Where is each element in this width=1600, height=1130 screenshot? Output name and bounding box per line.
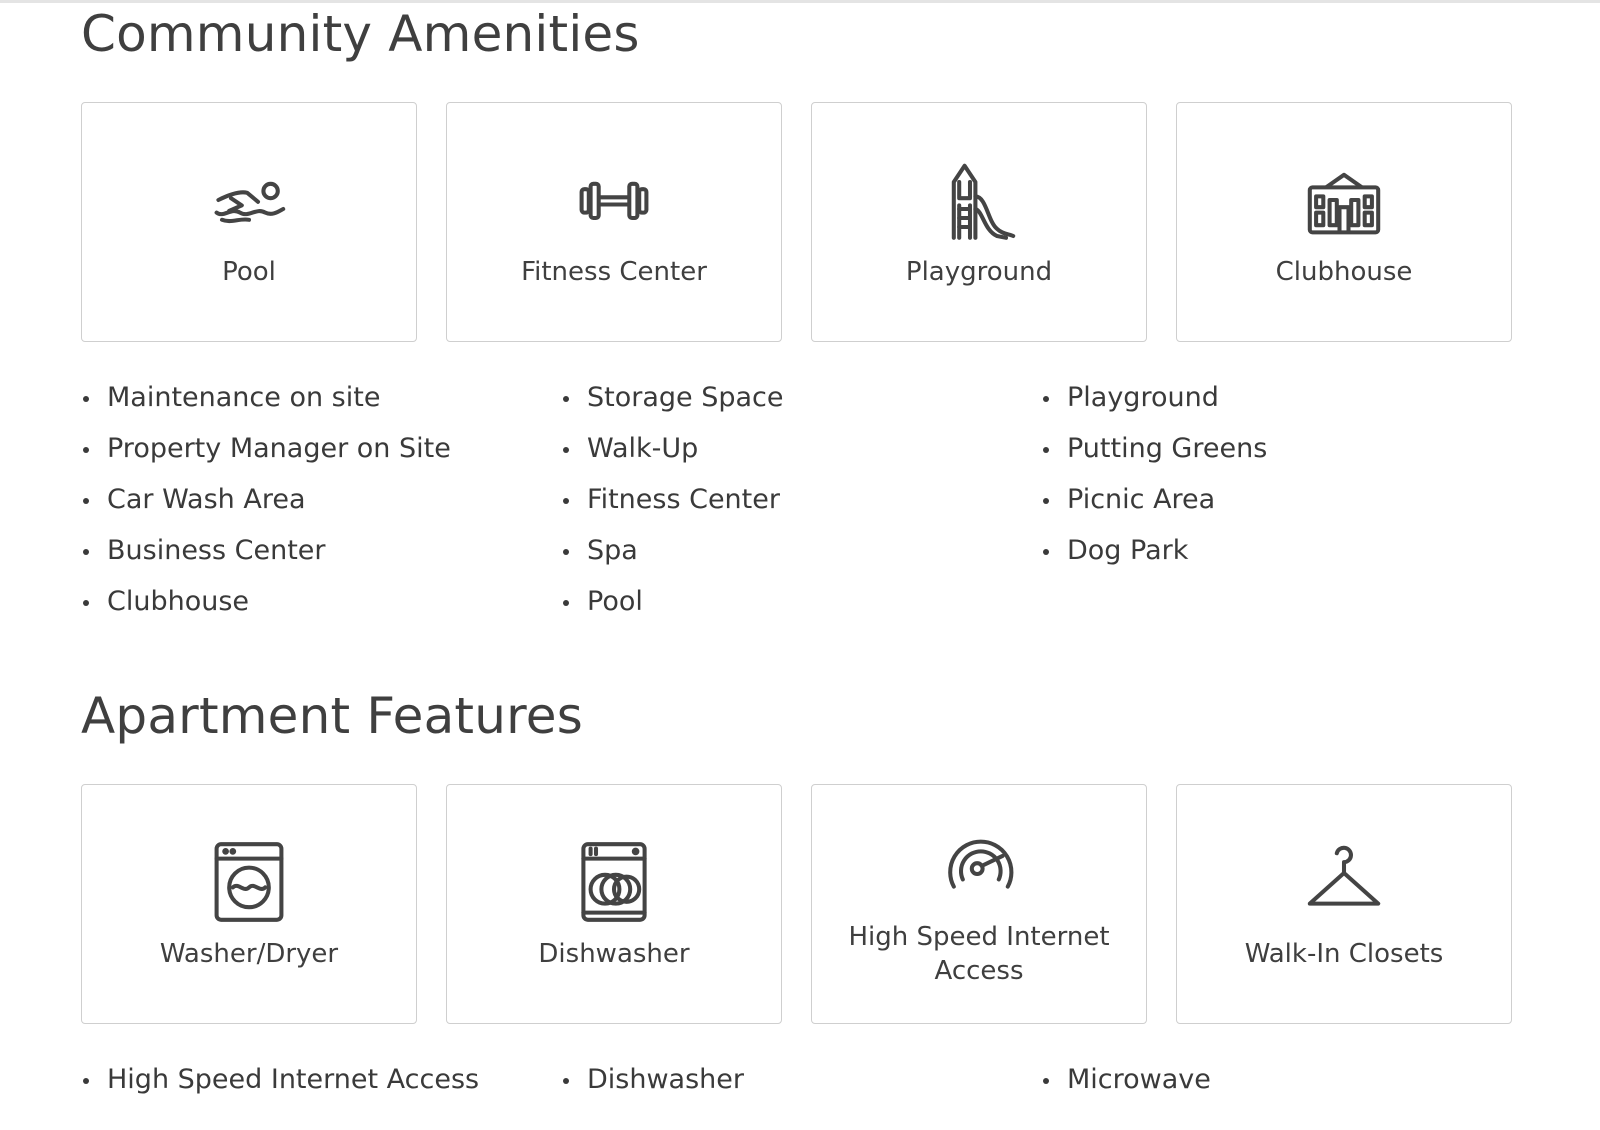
top-divider (0, 0, 1600, 3)
slide-icon (934, 155, 1024, 245)
list-item: Dog Park (1041, 525, 1521, 576)
swimmer-icon (204, 155, 294, 245)
list-item: Storage Space (561, 372, 1041, 423)
feature-card-high-speed-internet[interactable]: High Speed Internet Access (811, 784, 1147, 1024)
list-item: Spa (561, 525, 1041, 576)
list-item: Property Manager on Site (81, 423, 561, 474)
amenity-card-label: Clubhouse (1275, 257, 1413, 287)
amenity-card-label: Pool (222, 257, 276, 287)
amenity-card-label: Playground (905, 257, 1053, 287)
list-item: Picnic Area (1041, 474, 1521, 525)
list-item: Fitness Center (561, 474, 1041, 525)
community-amenities-title: Community Amenities (81, 5, 640, 63)
list-item: Pool (561, 576, 1041, 627)
speedometer-icon (934, 820, 1024, 910)
feature-card-label: Dishwasher (538, 939, 690, 969)
apartment-features-title: Apartment Features (81, 687, 583, 745)
amenity-list-column: Storage Space Walk-Up Fitness Center Spa… (561, 372, 1041, 627)
community-amenity-lists: Maintenance on site Property Manager on … (81, 372, 1521, 627)
dumbbell-icon (569, 155, 659, 245)
amenity-card-clubhouse[interactable]: Clubhouse (1176, 102, 1512, 342)
amenity-card-label: Fitness Center (521, 257, 707, 287)
list-item: Playground (1041, 372, 1521, 423)
list-item: Putting Greens (1041, 423, 1521, 474)
list-item: Car Wash Area (81, 474, 561, 525)
washer-icon (204, 837, 294, 927)
community-amenity-cards: Pool Fitness Center Playground Clubhouse (81, 102, 1521, 342)
list-item: High Speed Internet Access (81, 1054, 561, 1105)
feature-card-walk-in-closets[interactable]: Walk-In Closets (1176, 784, 1512, 1024)
clubhouse-icon (1299, 155, 1389, 245)
amenity-list-column: Playground Putting Greens Picnic Area Do… (1041, 372, 1521, 627)
apartment-feature-cards: Washer/Dryer Dishwasher High Speed Inter… (81, 784, 1521, 1024)
feature-card-label: Washer/Dryer (159, 939, 339, 969)
list-item: Maintenance on site (81, 372, 561, 423)
feature-card-washer-dryer[interactable]: Washer/Dryer (81, 784, 417, 1024)
page: Community Amenities Pool Fitness Center … (0, 0, 1600, 1130)
apartment-feature-lists: High Speed Internet Access Dishwasher Mi… (81, 1054, 1521, 1105)
amenity-list-column: Maintenance on site Property Manager on … (81, 372, 561, 627)
amenity-card-fitness-center[interactable]: Fitness Center (446, 102, 782, 342)
list-item: Dishwasher (561, 1054, 1041, 1105)
list-item: Microwave (1041, 1054, 1521, 1105)
community-amenities-section: Community Amenities Pool Fitness Center … (81, 4, 1521, 627)
feature-card-label: Walk-In Closets (1244, 939, 1444, 969)
feature-list-column: Microwave (1041, 1054, 1521, 1105)
feature-list-column: High Speed Internet Access (81, 1054, 561, 1105)
feature-card-label: High Speed Internet Access (848, 922, 1110, 986)
apartment-features-section: Apartment Features Washer/Dryer Dishwash… (81, 686, 1521, 1105)
amenity-card-pool[interactable]: Pool (81, 102, 417, 342)
list-item: Clubhouse (81, 576, 561, 627)
amenity-card-playground[interactable]: Playground (811, 102, 1147, 342)
list-item: Walk-Up (561, 423, 1041, 474)
list-item: Business Center (81, 525, 561, 576)
dishwasher-icon (569, 837, 659, 927)
feature-card-dishwasher[interactable]: Dishwasher (446, 784, 782, 1024)
hanger-icon (1299, 837, 1389, 927)
feature-list-column: Dishwasher (561, 1054, 1041, 1105)
